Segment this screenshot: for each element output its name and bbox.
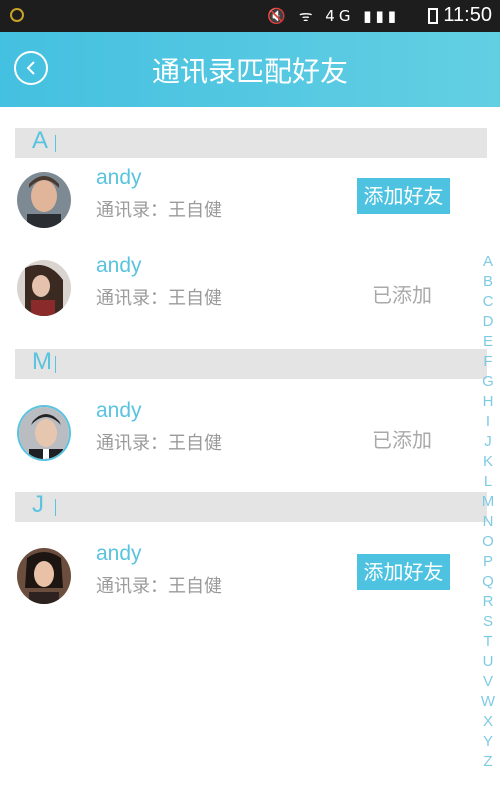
alphabet-index[interactable]: ABCDEFGHIJKLMNOPQRSTUVWXYZ xyxy=(476,252,500,772)
added-status: 已添加 xyxy=(372,428,432,452)
alphabet-index-letter[interactable]: A xyxy=(476,252,500,272)
contact-row[interactable]: andy 通讯录：王自健 添加好友 xyxy=(15,534,450,622)
alphabet-index-letter[interactable]: Y xyxy=(476,732,500,752)
page-title: 通讯录匹配好友 xyxy=(151,55,348,88)
contact-name: andy xyxy=(96,254,142,277)
contact-source: 通讯录：王自健 xyxy=(96,576,222,597)
alphabet-index-letter[interactable]: E xyxy=(476,332,500,352)
contact-name: andy xyxy=(96,542,142,565)
alphabet-index-letter[interactable]: W xyxy=(476,692,500,712)
alphabet-index-letter[interactable]: K xyxy=(476,452,500,472)
alphabet-index-letter[interactable]: H xyxy=(476,392,500,412)
alphabet-index-letter[interactable]: J xyxy=(476,432,500,452)
section-header-a: A xyxy=(15,127,487,158)
section-header-m: M xyxy=(15,348,487,379)
status-bar: 🔇 ᯤ 4G ▮▮▮ 11:50 xyxy=(0,0,500,32)
status-time: 11:50 xyxy=(443,4,492,26)
contact-row[interactable]: andy 通讯录：王自健 添加好友 xyxy=(15,158,450,246)
alphabet-index-letter[interactable]: Z xyxy=(476,752,500,772)
alphabet-index-letter[interactable]: O xyxy=(476,532,500,552)
alphabet-index-letter[interactable]: T xyxy=(476,632,500,652)
section-divider xyxy=(55,135,56,152)
section-divider xyxy=(55,499,56,516)
avatar xyxy=(17,405,71,461)
alphabet-index-letter[interactable]: F xyxy=(476,352,500,372)
section-letter: A xyxy=(32,127,49,154)
avatar xyxy=(17,260,71,316)
header-bar: 通讯录匹配好友 xyxy=(0,32,500,107)
alphabet-index-letter[interactable]: M xyxy=(476,492,500,512)
alphabet-index-letter[interactable]: P xyxy=(476,552,500,572)
avatar xyxy=(17,172,71,228)
status-icons: 🔇 ᯤ 4G ▮▮▮ xyxy=(267,7,400,25)
network-label: 4G xyxy=(325,7,355,25)
alphabet-index-letter[interactable]: U xyxy=(476,652,500,672)
alphabet-index-letter[interactable]: V xyxy=(476,672,500,692)
contact-name: andy xyxy=(96,399,142,422)
contact-source: 通讯录：王自健 xyxy=(96,288,222,309)
contact-row[interactable]: andy 通讯录：王自健 已添加 xyxy=(15,391,450,479)
notification-icon xyxy=(10,8,24,22)
avatar xyxy=(17,548,71,604)
alphabet-index-letter[interactable]: S xyxy=(476,612,500,632)
alphabet-index-letter[interactable]: X xyxy=(476,712,500,732)
battery-icon xyxy=(428,8,438,24)
alphabet-index-letter[interactable]: C xyxy=(476,292,500,312)
add-friend-button[interactable]: 添加好友 xyxy=(357,178,450,214)
alphabet-index-letter[interactable]: R xyxy=(476,592,500,612)
alphabet-index-letter[interactable]: G xyxy=(476,372,500,392)
contact-source: 通讯录：王自健 xyxy=(96,433,222,454)
contact-row[interactable]: andy 通讯录：王自健 已添加 xyxy=(15,246,450,334)
contact-name: andy xyxy=(96,166,142,189)
section-letter: J xyxy=(32,491,44,518)
alphabet-index-letter[interactable]: D xyxy=(476,312,500,332)
alphabet-index-letter[interactable]: I xyxy=(476,412,500,432)
alphabet-index-letter[interactable]: B xyxy=(476,272,500,292)
section-letter: M xyxy=(32,348,52,375)
section-divider xyxy=(55,356,56,373)
added-status: 已添加 xyxy=(372,283,432,307)
contact-source: 通讯录：王自健 xyxy=(96,200,222,221)
add-friend-button[interactable]: 添加好友 xyxy=(357,554,450,590)
alphabet-index-letter[interactable]: N xyxy=(476,512,500,532)
alphabet-index-letter[interactable]: Q xyxy=(476,572,500,592)
alphabet-index-letter[interactable]: L xyxy=(476,472,500,492)
section-header-j: J xyxy=(15,491,487,522)
